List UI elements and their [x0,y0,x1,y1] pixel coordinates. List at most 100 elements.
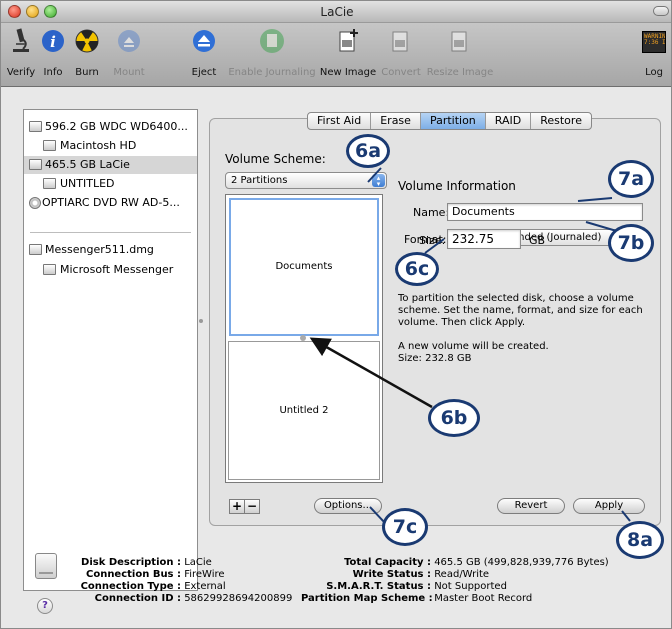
tab-first-aid[interactable]: First Aid [308,113,372,129]
toolbar-toggle-button[interactable] [653,6,669,16]
info-icon: i [42,30,64,52]
info-value: 58629928694200899 [184,593,293,604]
size-label: Size: [419,234,446,247]
sidebar-item-label: Macintosh HD [60,139,137,152]
journaling-icon [260,29,284,53]
info-row: Total Capacity : 465.5 GB (499,828,939,7… [301,557,609,569]
callout-8a: 8a [616,521,664,559]
microscope-icon [13,28,29,52]
callout-7b: 7b [608,224,654,262]
sidebar-item-wdc-drive[interactable]: 596.2 GB WDC WD6400... [24,118,197,136]
info-key: Disk Description : [81,557,181,568]
info-value: FireWire [184,569,225,580]
disk-utility-window: LaCie Verify i Info Burn Mount Eject Ena… [0,0,672,629]
burn-icon [75,29,99,53]
name-field[interactable]: Documents [447,203,643,221]
info-row: Partition Map Scheme : Master Boot Recor… [301,593,609,605]
callout-7c: 7c [382,508,428,546]
info-key: Connection Type : [80,581,181,592]
sidebar-item-label: 465.5 GB LaCie [45,158,130,171]
volume-scheme-select[interactable]: 2 Partitions ▴ ▾ [225,172,387,189]
eject-button[interactable]: Eject [187,27,221,83]
sidebar-item-lacie-drive[interactable]: 465.5 GB LaCie [24,156,197,174]
disk-list-sidebar[interactable]: 596.2 GB WDC WD6400... Macintosh HD 465.… [23,109,198,591]
remove-partition-button[interactable]: − [244,499,260,514]
disk-info-left: Disk Description : LaCie Connection Bus … [61,557,293,605]
info-key: Connection ID : [94,593,181,604]
sidebar-divider [30,232,191,233]
resize-image-label: Resize Image [426,67,494,78]
tab-restore[interactable]: Restore [531,113,591,129]
callout-6a: 6a [346,134,390,168]
new-image-icon [339,29,358,52]
tab-bar: First Aid Erase Partition RAID Restore [307,112,592,130]
info-row: Connection Bus : FireWire [61,569,292,581]
sidebar-item-label: UNTITLED [60,177,115,190]
tab-raid[interactable]: RAID [486,113,532,129]
sidebar-item-label: Microsoft Messenger [60,263,174,276]
enable-journaling-label: Enable Journaling [228,67,316,78]
sidebar-item-microsoft-messenger[interactable]: Microsoft Messenger [24,261,197,279]
info-key: Connection Bus : [85,569,181,580]
size-unit-label: GB [529,234,546,247]
sidebar-item-label: Messenger511.dmg [45,243,154,256]
callout-7a: 7a [608,160,654,198]
callout-6b: 6b [428,399,480,437]
enable-journaling-button[interactable]: Enable Journaling [228,27,316,83]
volume-information-heading: Volume Information [398,179,516,193]
console-log-icon: WARNIN 7:36 I [642,31,666,53]
volume-icon [43,264,56,275]
info-value: Master Boot Record [434,593,533,604]
sidebar-item-optiarc-dvd[interactable]: OPTIARC DVD RW AD-5... [24,194,197,212]
info-row: S.M.A.R.T. Status : Not Supported [301,581,609,593]
info-key: Total Capacity : [344,557,431,568]
convert-icon [392,31,408,52]
info-value: 465.5 GB (499,828,939,776 Bytes) [434,557,609,568]
hard-drive-icon [29,121,42,132]
sidebar-item-messenger-dmg[interactable]: Messenger511.dmg [24,241,197,259]
optical-disc-icon [29,197,41,209]
volume-scheme-value: 2 Partitions [231,175,288,186]
info-value: External [184,581,226,592]
info-key: Write Status : [352,569,431,580]
log-button[interactable]: WARNIN 7:36 I Log [639,27,669,83]
sidebar-item-label: OPTIARC DVD RW AD-5... [42,196,180,209]
mount-button[interactable]: Mount [109,27,149,83]
info-value: Not Supported [434,581,507,592]
callout-6c: 6c [395,252,439,286]
sidebar-item-untitled[interactable]: UNTITLED [24,175,197,193]
eject-icon [193,30,215,52]
resize-image-button[interactable]: Resize Image [425,27,495,83]
disk-info-right: Total Capacity : 465.5 GB (499,828,939,7… [301,557,609,605]
add-partition-button[interactable]: + [229,499,245,514]
tab-erase[interactable]: Erase [371,113,421,129]
status-line-2: Size: 232.8 GB [398,353,472,364]
apply-button[interactable]: Apply [573,498,645,514]
title-bar: LaCie [1,1,671,23]
name-label: Name: [413,206,450,219]
volume-icon [43,140,56,151]
partition-documents[interactable]: Documents [229,198,379,336]
info-key: S.M.A.R.T. Status : [326,581,431,592]
info-row: Connection Type : External [61,581,292,593]
external-disk-icon [35,553,57,579]
partition-map[interactable]: Documents Untitled 2 [225,194,383,483]
size-field[interactable]: 232.75 [447,229,521,249]
partition-untitled-2[interactable]: Untitled 2 [228,341,380,480]
tab-partition[interactable]: Partition [420,113,486,129]
log-label: Log [645,67,663,78]
sidebar-item-macintosh-hd[interactable]: Macintosh HD [24,137,197,155]
svg-text:i: i [50,33,56,51]
status-line-1: A new volume will be created. [398,341,549,352]
sidebar-item-label: 596.2 GB WDC WD6400... [45,120,188,133]
new-image-button[interactable]: New Image [320,27,376,83]
info-row: Write Status : Read/Write [301,569,609,581]
help-button[interactable]: ? [37,598,53,614]
window-title: LaCie [320,5,354,19]
split-view-handle[interactable] [199,319,203,323]
mount-label: Mount [113,67,145,78]
revert-button[interactable]: Revert [497,498,565,514]
disk-image-icon [29,244,42,255]
partition-help-text: To partition the selected disk, choose a… [398,293,648,365]
options-button[interactable]: Options... [314,498,382,514]
